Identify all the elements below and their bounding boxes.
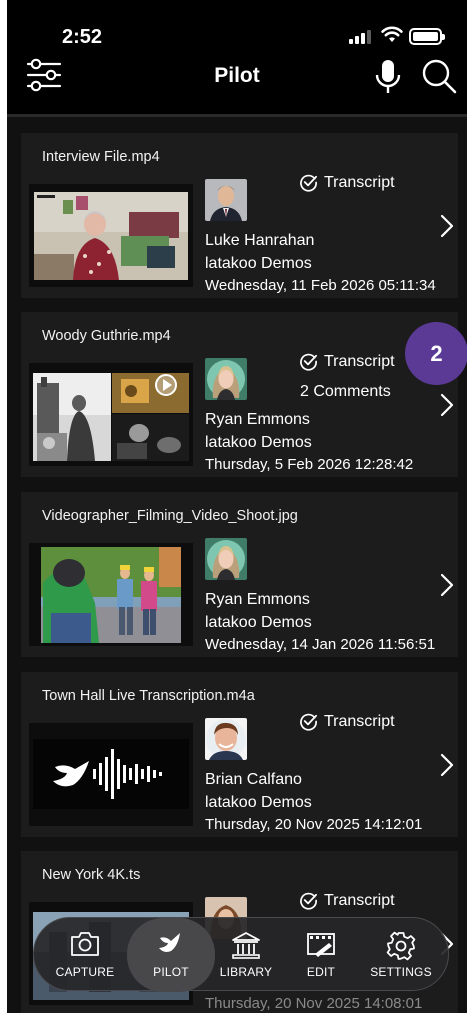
- tab-settings[interactable]: SETTINGS: [360, 918, 442, 992]
- battery-icon: [409, 28, 445, 45]
- tab-label: CAPTURE: [55, 965, 115, 979]
- tab-bar: CAPTURE PILOT LIBRARY EDIT SETTINGS: [33, 917, 449, 992]
- user-name: Brian Calfano: [205, 771, 302, 788]
- chevron-right-icon[interactable]: [439, 572, 455, 598]
- upload-date: Thursday, 20 Nov 2025 14:08:01: [205, 995, 423, 1012]
- check-circle-icon: [300, 353, 318, 371]
- cellular-signal-icon: [349, 30, 371, 44]
- check-circle-icon: [300, 713, 318, 731]
- user-avatar: [205, 358, 247, 400]
- file-meta: Ryan Emmons latakoo Demos Thursday, 5 Fe…: [205, 409, 413, 477]
- transcript-label: Transcript: [324, 891, 395, 909]
- chevron-right-icon[interactable]: [439, 752, 455, 778]
- file-title: Woody Guthrie.mp4: [42, 328, 171, 344]
- check-circle-icon: [300, 174, 318, 192]
- file-card[interactable]: Woody Guthrie.mp4 Transcript 2 Comments …: [21, 312, 458, 477]
- file-meta: Luke Hanrahan latakoo Demos Wednesday, 1…: [205, 230, 436, 298]
- gear-icon: [386, 931, 416, 961]
- transcript-indicator: Transcript: [299, 712, 395, 731]
- upload-date: Wednesday, 14 Jan 2026 11:56:51: [205, 636, 436, 653]
- camera-icon: [71, 932, 99, 956]
- file-meta: Ryan Emmons latakoo Demos Wednesday, 14 …: [205, 589, 435, 657]
- tab-label: SETTINGS: [370, 965, 432, 979]
- tab-pilot[interactable]: PILOT: [127, 918, 215, 992]
- tab-edit[interactable]: EDIT: [280, 918, 362, 992]
- file-card[interactable]: Videographer_Filming_Video_Shoot.jpg Rya…: [21, 492, 458, 657]
- file-card[interactable]: Interview File.mp4 Transcript Luke Hanra…: [21, 133, 458, 298]
- notification-badge: 2: [405, 322, 467, 385]
- file-title: Interview File.mp4: [42, 149, 160, 165]
- file-card[interactable]: Town Hall Live Transcription.m4a Transcr…: [21, 672, 458, 837]
- organization: latakoo Demos: [205, 254, 312, 272]
- organization: latakoo Demos: [205, 793, 312, 811]
- search-icon[interactable]: [418, 54, 462, 98]
- file-title: New York 4K.ts: [42, 867, 141, 883]
- upload-date: Wednesday, 11 Feb 2026 05:11:34: [205, 277, 436, 294]
- organization: latakoo Demos: [205, 433, 312, 451]
- check-circle-icon: [300, 892, 318, 910]
- nav-bar: Pilot: [7, 54, 467, 114]
- transcript-indicator: Transcript: [299, 891, 395, 910]
- chevron-right-icon[interactable]: [439, 213, 455, 239]
- tab-label: PILOT: [153, 965, 189, 979]
- bird-icon: [159, 933, 180, 952]
- file-thumbnail: [29, 723, 193, 826]
- transcript-indicator: Transcript: [299, 352, 395, 371]
- user-avatar: [205, 179, 247, 221]
- library-icon: [232, 932, 260, 959]
- transcript-label: Transcript: [324, 352, 395, 370]
- file-thumbnail: [29, 543, 193, 646]
- tab-capture[interactable]: CAPTURE: [44, 918, 126, 992]
- file-list[interactable]: Interview File.mp4 Transcript Luke Hanra…: [7, 117, 467, 1013]
- file-thumbnail: [29, 363, 193, 466]
- chevron-right-icon[interactable]: [439, 392, 455, 418]
- upload-date: Thursday, 5 Feb 2026 12:28:42: [205, 456, 414, 473]
- file-thumbnail: [29, 184, 193, 287]
- tab-library[interactable]: LIBRARY: [205, 918, 287, 992]
- app-screen: 2:52 Pilot Interview File.mp4 Transcript…: [7, 0, 467, 1013]
- tab-label: EDIT: [306, 965, 336, 979]
- tab-label: LIBRARY: [219, 965, 273, 979]
- file-title: Town Hall Live Transcription.m4a: [42, 688, 255, 704]
- user-name: Ryan Emmons: [205, 411, 310, 428]
- file-meta: Brian Calfano latakoo Demos Thursday, 20…: [205, 769, 422, 837]
- user-name: Ryan Emmons: [205, 591, 310, 608]
- transcript-label: Transcript: [324, 712, 395, 730]
- status-bar: 2:52: [7, 0, 467, 54]
- organization: latakoo Demos: [205, 613, 312, 631]
- user-name: Luke Hanrahan: [205, 232, 315, 249]
- user-avatar: [205, 718, 247, 760]
- comment-count[interactable]: 2 Comments: [300, 383, 391, 401]
- upload-date: Thursday, 20 Nov 2025 14:12:01: [205, 816, 423, 833]
- user-avatar: [205, 538, 247, 580]
- wifi-icon: [381, 26, 403, 42]
- transcript-label: Transcript: [324, 173, 395, 191]
- transcript-indicator: Transcript: [299, 173, 395, 192]
- status-time: 2:52: [62, 26, 103, 48]
- file-title: Videographer_Filming_Video_Shoot.jpg: [42, 508, 298, 524]
- film-edit-icon: [307, 933, 335, 957]
- microphone-icon[interactable]: [366, 54, 410, 98]
